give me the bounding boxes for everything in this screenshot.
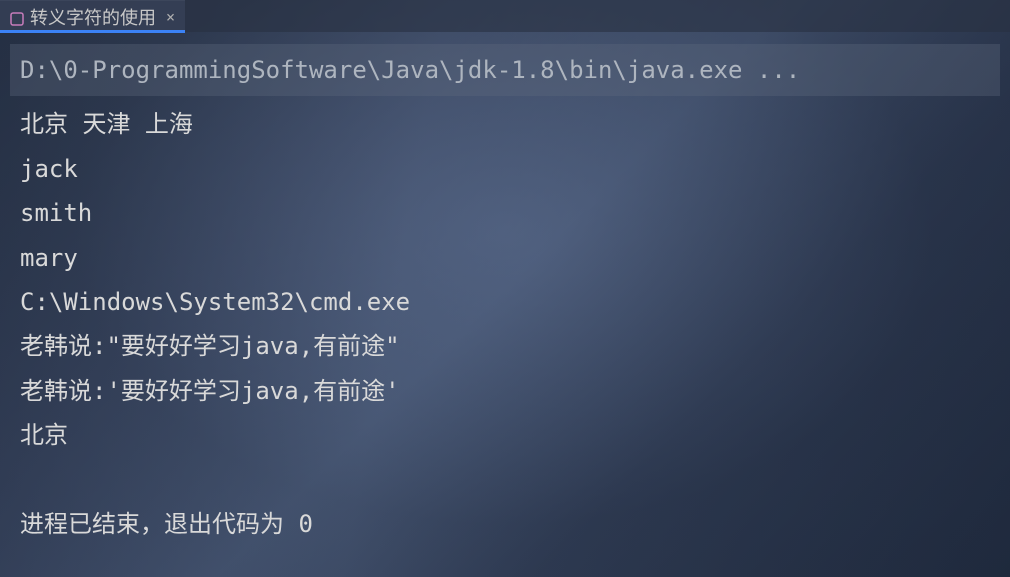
- tab-run-config[interactable]: 转义字符的使用 ×: [0, 0, 185, 32]
- output-line: 老韩说:"要好好学习java,有前途": [20, 324, 990, 368]
- output-line: smith: [20, 191, 990, 235]
- tab-bar: 转义字符的使用 ×: [0, 0, 1010, 32]
- exit-message: 进程已结束，退出代码为 0: [20, 502, 990, 546]
- output-line: C:\Windows\System32\cmd.exe: [20, 280, 990, 324]
- run-config-icon: [10, 10, 24, 24]
- tab-title: 转义字符的使用: [30, 4, 156, 30]
- command-line[interactable]: D:\0-ProgrammingSoftware\Java\jdk-1.8\bi…: [10, 44, 1000, 96]
- output-line: 北京 天津 上海: [20, 102, 990, 146]
- console-output: D:\0-ProgrammingSoftware\Java\jdk-1.8\bi…: [0, 32, 1010, 562]
- output-line: jack: [20, 147, 990, 191]
- close-icon[interactable]: ×: [166, 8, 175, 26]
- output-line: mary: [20, 236, 990, 280]
- output-line: 北京: [20, 413, 990, 457]
- blank-line: [20, 458, 990, 502]
- output-line: 老韩说:'要好好学习java,有前途': [20, 369, 990, 413]
